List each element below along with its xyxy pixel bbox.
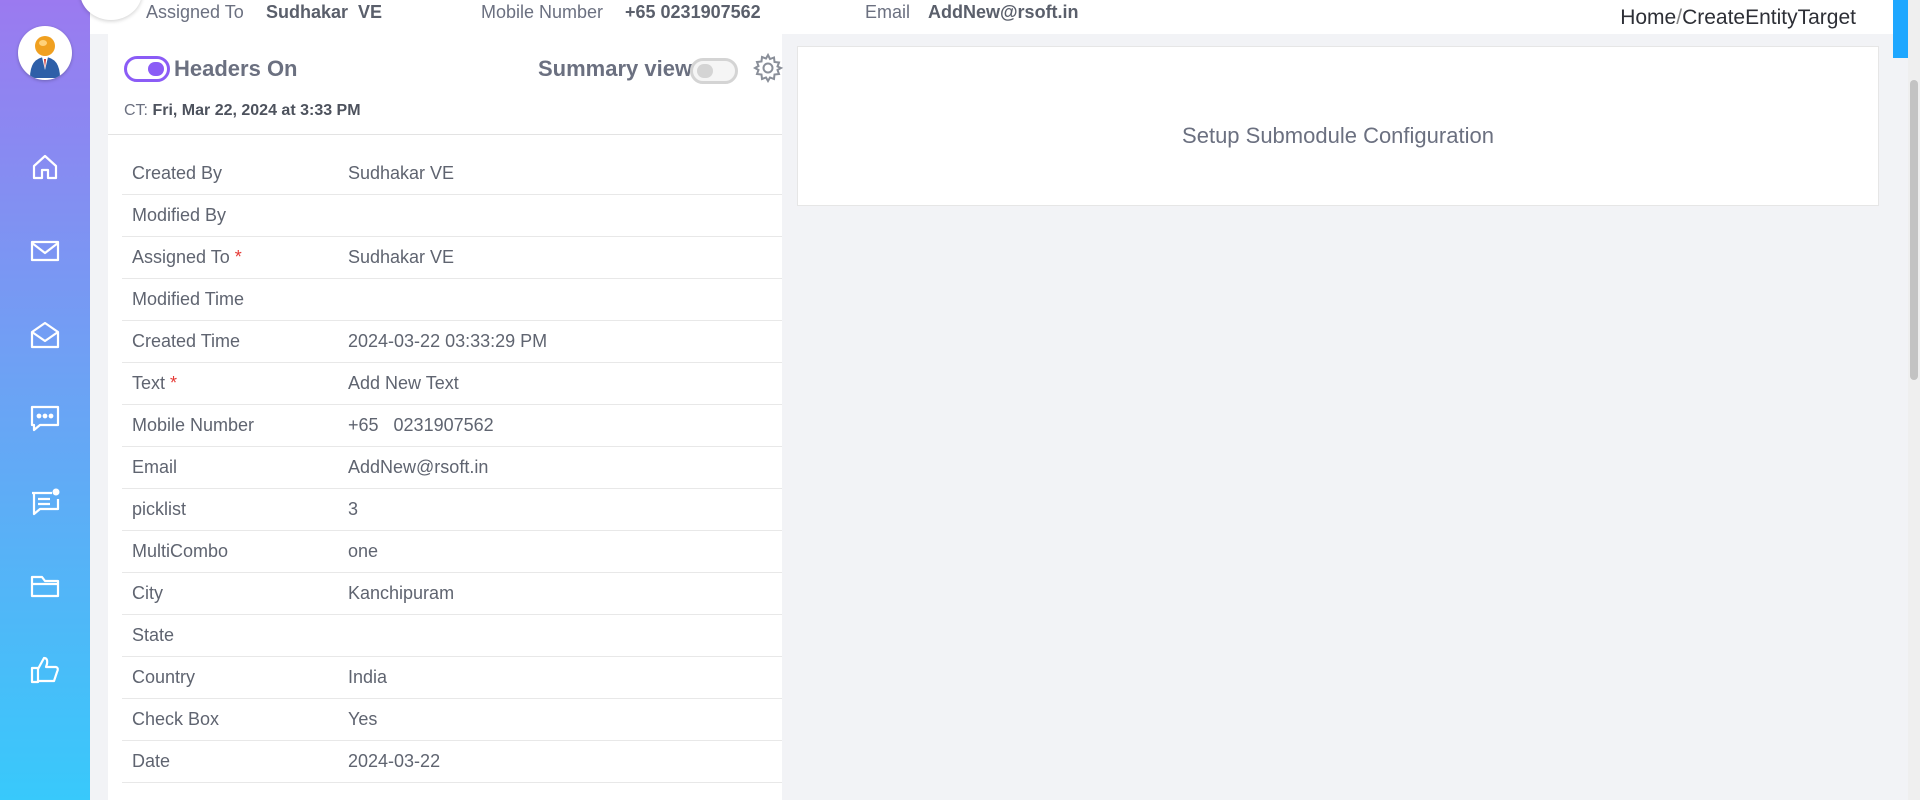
- required-asterisk: *: [229, 247, 242, 267]
- detail-label: City: [132, 583, 163, 604]
- detail-row: Email AddNew@rsoft.in: [122, 447, 782, 489]
- detail-label-text: Modified By: [132, 205, 227, 225]
- thumbs-up-icon[interactable]: [28, 653, 62, 687]
- detail-label: Email: [132, 457, 177, 478]
- detail-row: Created Time 2024-03-22 03:33:29 PM: [122, 321, 782, 363]
- summary-view-label: Summary view: [538, 56, 693, 81]
- submodule-config-message[interactable]: Setup Submodule Configuration: [798, 123, 1878, 149]
- detail-value: Sudhakar VE: [348, 247, 455, 267]
- detail-row: picklist 3: [122, 489, 782, 531]
- divider: [108, 134, 782, 135]
- detail-row: Check Box Yes: [122, 699, 782, 741]
- detail-label: Date: [132, 751, 170, 772]
- user-avatar-icon: [30, 36, 60, 78]
- detail-label-text: Text: [132, 373, 166, 393]
- detail-value: AddNew@rsoft.in: [348, 457, 489, 477]
- scrollbar-thumb[interactable]: [1910, 80, 1918, 380]
- detail-label: Created Time: [132, 331, 240, 352]
- created-time-value: Fri, Mar 22, 2024 at 3:33 PM: [152, 102, 361, 119]
- detail-label: Modified By: [132, 205, 226, 226]
- detail-label: picklist: [132, 499, 186, 520]
- detail-label: Mobile Number: [132, 415, 254, 436]
- detail-label-text: Created By: [132, 163, 223, 183]
- detail-row: MultiCombo one: [122, 531, 782, 573]
- detail-row: Country India: [122, 657, 782, 699]
- gear-icon[interactable]: [752, 52, 784, 84]
- detail-row: Assigned To * Sudhakar VE: [122, 237, 782, 279]
- breadcrumb: Home/CreateEntityTarget: [1620, 6, 1856, 30]
- detail-label-text: Modified Time: [132, 289, 245, 309]
- detail-value: 3: [348, 499, 359, 519]
- detail-label: State: [132, 625, 174, 646]
- header-assigned-to-label: Assigned To: [146, 2, 244, 22]
- detail-row: Modified Time: [122, 279, 782, 321]
- headers-toggle-knob: [148, 62, 164, 76]
- detail-label-text: State: [132, 625, 175, 645]
- detail-label-text: Check Box: [132, 709, 220, 729]
- detail-row: Modified By: [122, 195, 782, 237]
- detail-label-text: Date: [132, 751, 171, 771]
- mail-open-icon[interactable]: [28, 318, 62, 352]
- detail-value: Kanchipuram: [348, 583, 455, 603]
- header-assigned-to-value: Sudhakar VE: [266, 2, 383, 22]
- detail-label-text: MultiCombo: [132, 541, 229, 561]
- mail-icon[interactable]: [28, 234, 62, 268]
- headers-toggle-label: Headers On: [174, 56, 298, 81]
- detail-row: Created By Sudhakar VE: [122, 153, 782, 195]
- detail-value: one: [348, 541, 379, 561]
- detail-value: Yes: [348, 709, 378, 729]
- notification-message-icon[interactable]: [28, 485, 62, 519]
- created-time-line: CT: Fri, Mar 22, 2024 at 3:33 PM: [124, 102, 361, 120]
- header-mobile-label: Mobile Number: [481, 2, 604, 22]
- detail-label-text: Mobile Number: [132, 415, 255, 435]
- detail-label: MultiCombo: [132, 541, 228, 562]
- header-mobile-value: +65 0231907562: [625, 2, 761, 22]
- detail-value: India: [348, 667, 388, 687]
- detail-row: Mobile Number +65 0231907562: [122, 405, 782, 447]
- breadcrumb-current: CreateEntityTarget: [1682, 6, 1856, 29]
- accent-bar: [1893, 0, 1908, 58]
- sidebar: [0, 0, 90, 800]
- breadcrumb-home-link[interactable]: Home: [1620, 6, 1676, 29]
- detail-label-text: Created Time: [132, 331, 241, 351]
- detail-label: Check Box: [132, 709, 219, 730]
- submodule-panel: Setup Submodule Configuration: [797, 46, 1879, 206]
- headers-toggle[interactable]: [124, 56, 170, 82]
- detail-label-text: Assigned To: [132, 247, 230, 267]
- detail-row: City Kanchipuram: [122, 573, 782, 615]
- chat-icon[interactable]: [28, 401, 62, 435]
- detail-label-text: City: [132, 583, 163, 603]
- summary-view-toggle[interactable]: [690, 58, 738, 84]
- detail-label: Created By: [132, 163, 222, 184]
- detail-row: Date 2024-03-22: [122, 741, 782, 783]
- detail-row: State: [122, 615, 782, 657]
- header-email-value: AddNew@rsoft.in: [928, 2, 1079, 22]
- header-email-label: Email: [865, 2, 911, 22]
- user-avatar[interactable]: [18, 26, 72, 80]
- detail-label: Modified Time: [132, 289, 244, 310]
- detail-label-text: picklist: [132, 499, 187, 519]
- created-time-prefix: CT:: [124, 102, 148, 119]
- detail-value: Add New Text: [348, 373, 459, 393]
- detail-label-text: Country: [132, 667, 196, 687]
- summary-view-toggle-knob: [697, 64, 713, 78]
- detail-row: Text * Add New Text: [122, 363, 782, 405]
- detail-label: Assigned To *: [132, 247, 242, 268]
- detail-label: Text *: [132, 373, 177, 394]
- detail-label-text: Email: [132, 457, 178, 477]
- details-list: Created By Sudhakar VE Modified By Assigned…: [122, 153, 782, 783]
- required-asterisk: *: [165, 373, 178, 393]
- detail-panel: Headers On Summary view CT: Fri, Mar 22,…: [108, 34, 784, 800]
- home-icon[interactable]: [28, 150, 62, 184]
- folder-icon[interactable]: [28, 569, 62, 603]
- detail-label: Country: [132, 667, 195, 688]
- detail-value: 2024-03-22 03:33:29 PM: [348, 331, 548, 351]
- detail-value: Sudhakar VE: [348, 163, 455, 183]
- detail-value: 2024-03-22: [348, 751, 441, 771]
- detail-value: +65 0231907562: [348, 415, 494, 435]
